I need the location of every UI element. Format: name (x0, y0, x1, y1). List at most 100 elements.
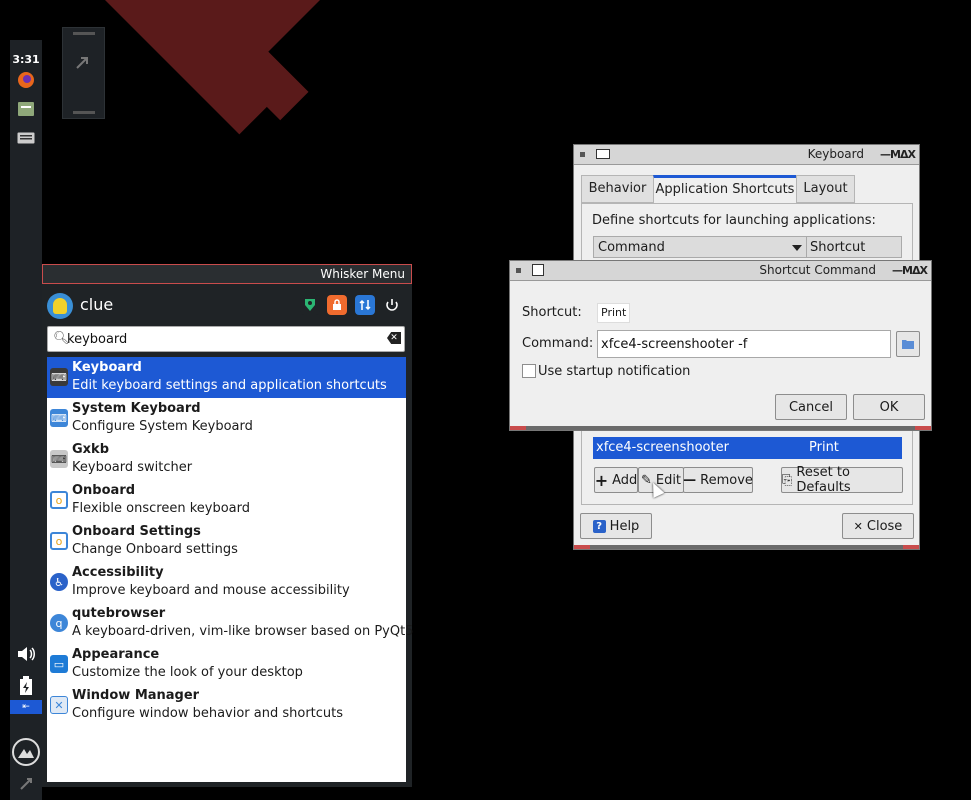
command-input[interactable]: xfce4-screenshooter -f (597, 330, 891, 358)
dialog-titlebar[interactable]: Shortcut Command —MΔX (510, 261, 931, 281)
result-desc: Configure System Keyboard (72, 419, 253, 434)
result-name: Appearance (72, 647, 160, 662)
onboard-settings-icon: o (50, 532, 68, 550)
result-name: qutebrowser (72, 606, 166, 621)
browse-button[interactable] (896, 331, 920, 357)
command-value: xfce4-screenshooter -f (601, 336, 748, 352)
result-accessibility[interactable]: ♿︎ Accessibility Improve keyboard and mo… (47, 562, 406, 603)
keyboard-icon: ⌨ (50, 368, 68, 386)
user-avatar (47, 293, 73, 319)
remove-label: Remove (700, 472, 753, 488)
result-name: System Keyboard (72, 401, 201, 416)
accessibility-icon: ♿︎ (50, 573, 68, 591)
folder-icon (902, 340, 914, 349)
result-name: Onboard (72, 483, 136, 498)
reset-icon: ⎘ (782, 472, 793, 488)
result-appearance[interactable]: ▭ Appearance Customize the look of your … (47, 644, 406, 685)
result-keyboard[interactable]: ⌨ Keyboard Edit keyboard settings and ap… (47, 357, 406, 398)
switch-user-icon[interactable] (355, 295, 375, 315)
side-panel: 3:31 ⇤ (10, 40, 42, 800)
keyboard-app-icon (596, 149, 610, 159)
window-bottom-border[interactable] (574, 545, 919, 549)
battery-icon[interactable] (16, 676, 36, 696)
clear-search-icon[interactable]: ✕ (387, 332, 401, 344)
result-window-manager[interactable]: ✕ Window Manager Configure window behavi… (47, 685, 406, 726)
result-name: Accessibility (72, 565, 164, 580)
startup-notification-checkbox[interactable] (522, 364, 536, 378)
shortcuts-description: Define shortcuts for launching applicati… (592, 213, 876, 228)
result-qutebrowser[interactable]: q qutebrowser A keyboard-driven, vim-lik… (47, 603, 413, 644)
column-command[interactable]: Command (598, 240, 665, 255)
gxkb-icon: ⌨ (50, 450, 68, 468)
ok-button[interactable]: OK (853, 394, 925, 420)
whisker-menu-title[interactable]: Whisker Menu (42, 264, 412, 284)
tab-behavior[interactable]: Behavior (581, 175, 654, 203)
result-desc: Keyboard switcher (72, 460, 193, 475)
show-desktop-icon[interactable] (16, 774, 36, 794)
keyboard-layout-icon[interactable]: ⇤ (10, 700, 42, 714)
sort-down-icon (792, 245, 802, 251)
reset-label: Reset to Defaults (796, 465, 851, 495)
row-command: xfce4-screenshooter (596, 440, 729, 455)
log-out-icon[interactable] (382, 295, 402, 315)
shortcut-value[interactable]: Print (597, 303, 631, 323)
result-name: Window Manager (72, 688, 200, 703)
help-button[interactable]: ? Help (580, 513, 652, 539)
reset-to-defaults-button[interactable]: ⎘ Reset to Defaults (781, 465, 903, 495)
firefox-icon[interactable] (16, 70, 36, 90)
volume-icon[interactable] (16, 644, 36, 664)
search-box: 🔍︎ ✕ (47, 326, 405, 352)
onboard-icon: o (50, 491, 68, 509)
result-desc: Improve keyboard and mouse accessibility (72, 583, 350, 598)
remove-button[interactable]: — Remove (683, 467, 753, 493)
shortcuts-table-header: Command Shortcut (593, 236, 902, 258)
ok-label: OK (879, 399, 899, 415)
tab-application-shortcuts[interactable]: Application Shortcuts (653, 175, 797, 205)
keyboard-icon[interactable] (16, 128, 36, 148)
appearance-icon: ▭ (50, 655, 68, 673)
window-menu-icon[interactable] (580, 152, 585, 157)
keyboard-window-titlebar[interactable]: Keyboard —MΔX (574, 145, 919, 165)
result-desc: Configure window behavior and shortcuts (72, 706, 344, 721)
shortcut-row[interactable]: xfce4-screenshooter Print (593, 437, 902, 459)
window-menu-icon[interactable] (516, 268, 521, 273)
close-button[interactable]: ✕ Close (842, 513, 914, 539)
window-controls-icon[interactable]: —MΔX (880, 148, 916, 161)
result-onboard-settings[interactable]: o Onboard Settings Change Onboard settin… (47, 521, 406, 562)
file-manager-icon[interactable] (16, 99, 36, 119)
tab-layout[interactable]: Layout (796, 175, 855, 203)
close-icon: ✕ (853, 519, 863, 533)
panel-clock[interactable]: 3:31 (10, 53, 42, 66)
result-name: Onboard Settings (72, 524, 201, 539)
search-results: ⌨ Keyboard Edit keyboard settings and ap… (47, 357, 413, 782)
whisker-menu: Whisker Menu clue 🔍︎ ✕ ⌨ Keyboard Edit k… (42, 264, 413, 787)
row-shortcut: Print (809, 440, 839, 455)
cancel-label: Cancel (788, 399, 834, 415)
window-controls-icon[interactable]: —MΔX (892, 264, 928, 277)
username: clue (80, 295, 114, 314)
column-shortcut[interactable]: Shortcut (810, 240, 865, 255)
lock-screen-icon[interactable] (327, 295, 347, 315)
result-gxkb[interactable]: ⌨ Gxkb Keyboard switcher (47, 439, 406, 480)
dialog-title: Shortcut Command (759, 263, 876, 277)
result-desc: Customize the look of your desktop (72, 665, 303, 680)
search-input[interactable] (67, 330, 377, 348)
help-label: Help (609, 518, 640, 534)
dialog-bottom-border[interactable] (510, 426, 931, 430)
result-desc: Change Onboard settings (72, 542, 238, 557)
cancel-button[interactable]: Cancel (775, 394, 847, 420)
result-onboard[interactable]: o Onboard Flexible onscreen keyboard (47, 480, 406, 521)
result-name: Keyboard (72, 360, 142, 375)
workspace-switcher[interactable] (62, 27, 105, 119)
close-label: Close (866, 518, 903, 534)
startup-notification-label[interactable]: Use startup notification (538, 364, 690, 379)
result-desc: Flexible onscreen keyboard (72, 501, 250, 516)
settings-manager-icon[interactable] (300, 295, 320, 315)
result-system-keyboard[interactable]: ⌨ System Keyboard Configure System Keybo… (47, 398, 406, 439)
qutebrowser-icon: q (50, 614, 68, 632)
whisker-menu-icon[interactable] (12, 738, 40, 766)
result-desc: Edit keyboard settings and application s… (72, 378, 387, 393)
column-divider (806, 237, 807, 257)
window-title: Keyboard (807, 147, 864, 161)
add-button[interactable]: + Add (594, 467, 638, 493)
